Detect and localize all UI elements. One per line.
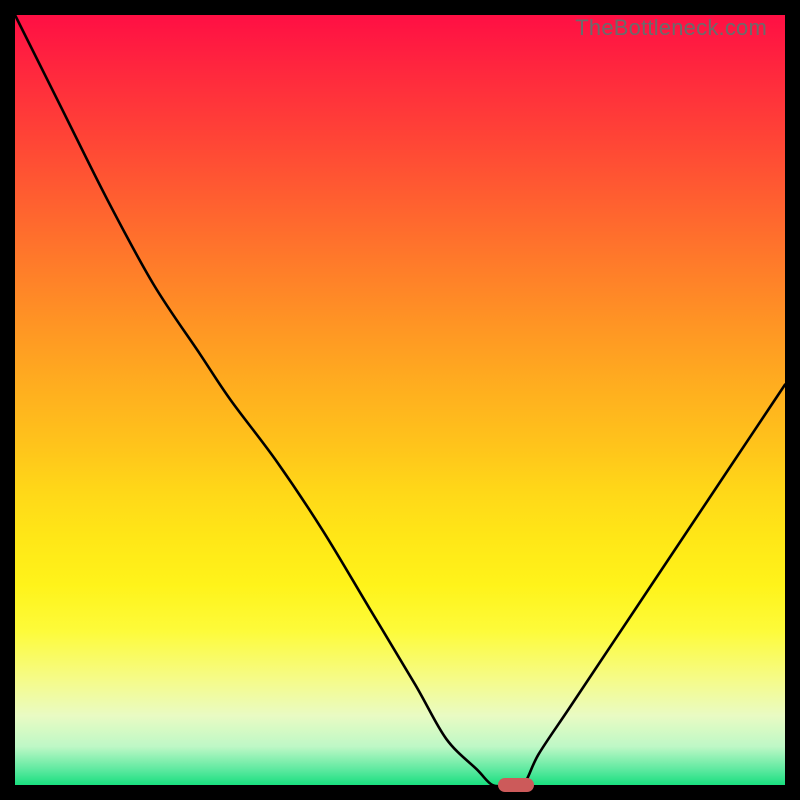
curve-path (15, 15, 785, 787)
chart-frame: TheBottleneck.com (0, 0, 800, 800)
bottleneck-curve (15, 15, 785, 785)
optimal-marker (498, 778, 534, 792)
plot-area: TheBottleneck.com (15, 15, 785, 785)
